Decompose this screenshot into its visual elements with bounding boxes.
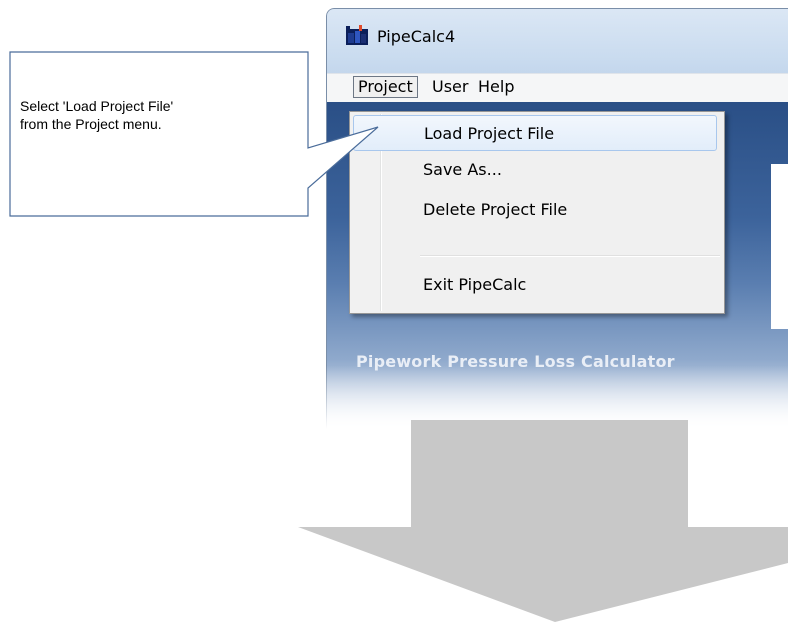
down-arrow-icon: [298, 420, 788, 622]
down-arrow-shape: [298, 420, 788, 622]
tutorial-canvas: PipeCalc4 Project User Help Pipework Pre…: [0, 0, 788, 622]
